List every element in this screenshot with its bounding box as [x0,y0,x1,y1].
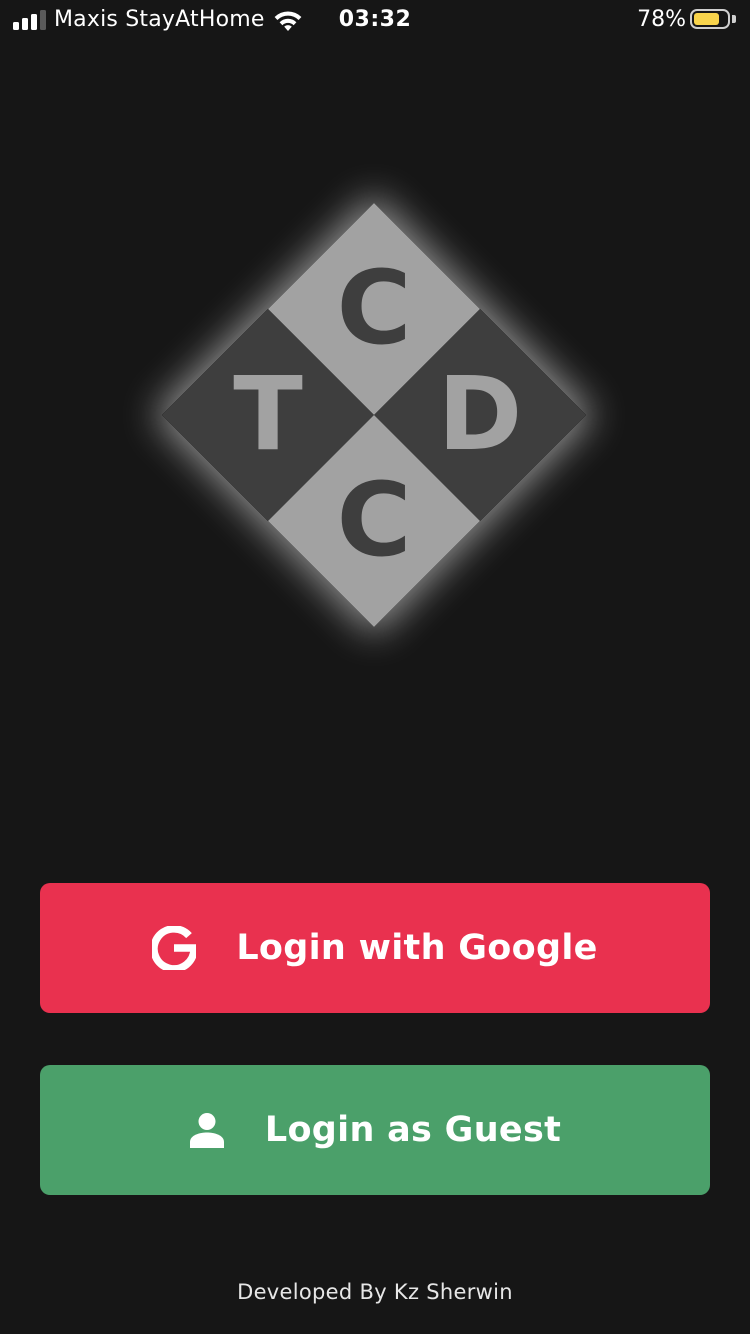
logo-letter-bottom: C [336,461,412,580]
login-with-google-label: Login with Google [236,928,598,968]
login-as-guest-label: Login as Guest [264,1110,562,1150]
developer-credit: Developed By Kz Sherwin [237,1280,513,1304]
logo-letter-left: T [233,355,303,474]
battery-percentage: 78% [637,7,686,32]
login-with-google-button[interactable]: Login with Google [40,883,710,1013]
app-logo: C T D C [162,203,586,627]
status-bar: Maxis StayAtHome 03:32 78% [0,0,750,40]
logo-letter-top: C [336,249,412,368]
logo-letter-right: D [437,355,523,474]
login-as-guest-button[interactable]: Login as Guest [40,1065,710,1195]
person-icon [189,1112,225,1148]
battery-icon [690,9,738,31]
google-g-icon [152,926,197,970]
